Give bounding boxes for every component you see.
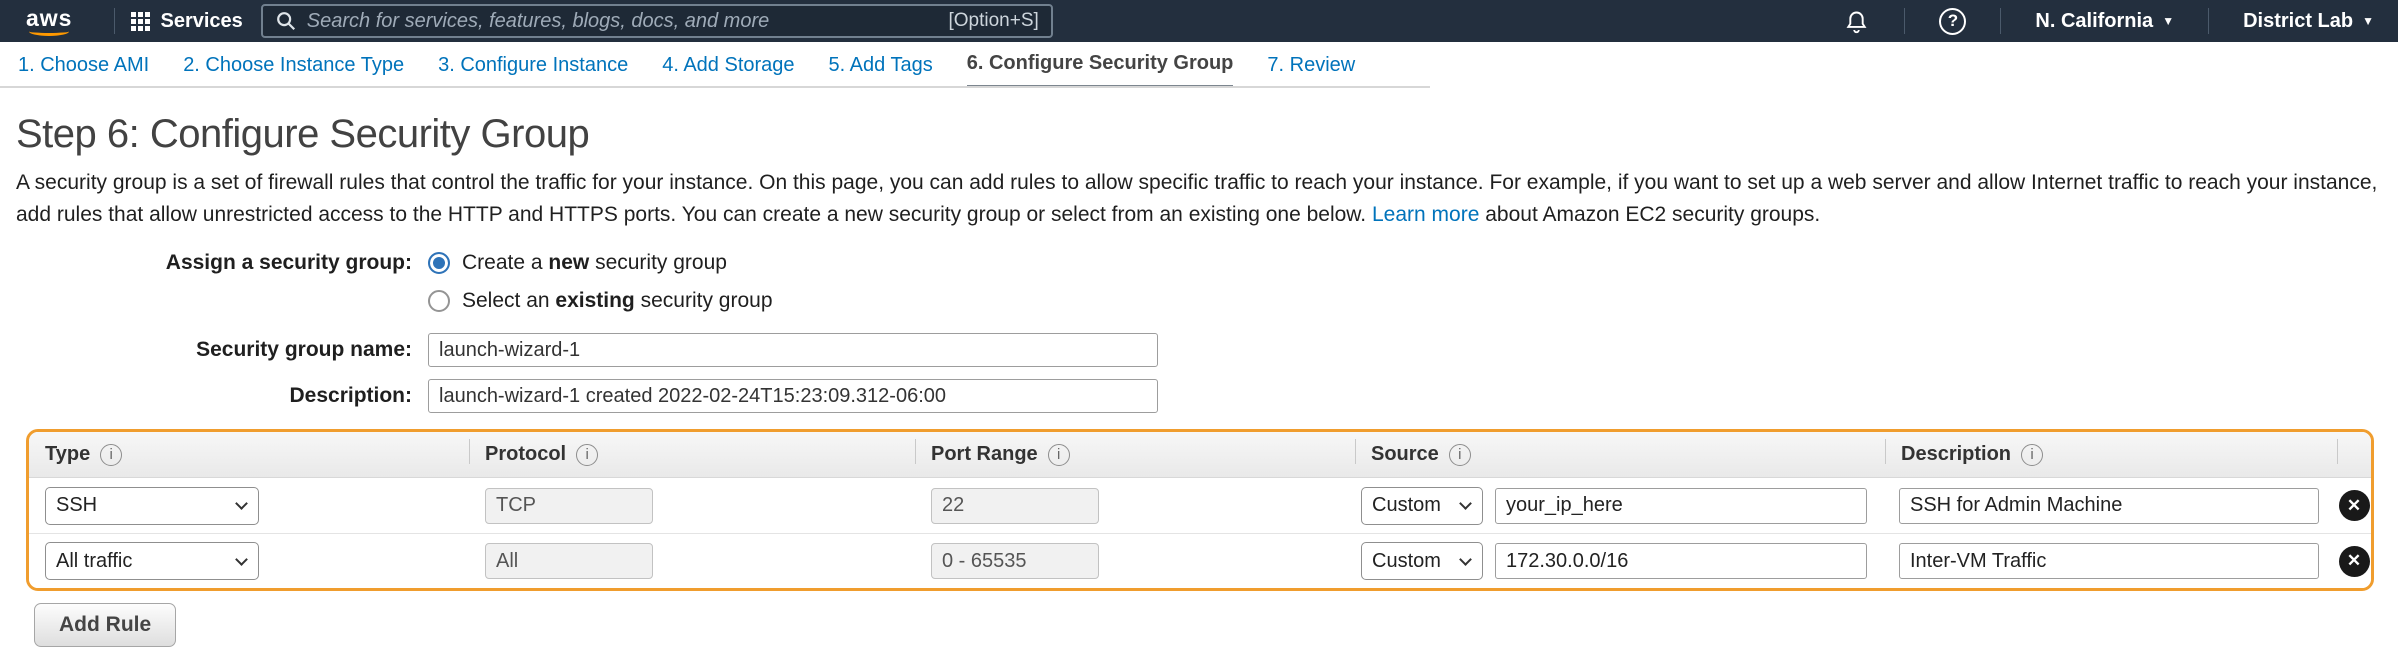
- page-title: Step 6: Configure Security Group: [16, 112, 2384, 157]
- services-label: Services: [160, 10, 242, 33]
- column-header-type: Type: [45, 443, 90, 466]
- rule-source-input[interactable]: [1495, 543, 1867, 579]
- radio-create-label: Create a new security group: [462, 251, 727, 275]
- wizard-steps: 1. Choose AMI 2. Choose Instance Type 3.…: [0, 42, 2398, 88]
- info-icon[interactable]: i: [100, 444, 122, 466]
- topbar-divider: [114, 8, 115, 34]
- rule-type-select[interactable]: All traffic: [45, 542, 259, 580]
- security-rule-row: SSH Custom ✕: [29, 478, 2371, 533]
- radio-unselected-icon[interactable]: [428, 290, 450, 312]
- chevron-down-icon: ▼: [2162, 14, 2174, 28]
- security-group-form: Assign a security group: Create a new se…: [16, 251, 2384, 413]
- column-header-protocol: Protocol: [485, 443, 566, 466]
- info-icon[interactable]: i: [1449, 444, 1471, 466]
- delete-rule-button[interactable]: ✕: [2339, 546, 2370, 577]
- chevron-down-icon: [235, 497, 248, 510]
- search-icon: [275, 10, 297, 32]
- account-menu[interactable]: District Lab ▼: [2243, 10, 2374, 33]
- info-icon[interactable]: i: [2021, 444, 2043, 466]
- grid-icon: [131, 12, 150, 31]
- aws-logo[interactable]: aws: [26, 7, 72, 36]
- tab-configure-instance[interactable]: 3. Configure Instance: [438, 42, 628, 88]
- search-box[interactable]: [Option+S]: [261, 4, 1053, 38]
- topbar-divider: [2000, 8, 2001, 34]
- services-menu-button[interactable]: Services: [131, 10, 242, 33]
- search-input[interactable]: [307, 10, 939, 33]
- rule-type-select[interactable]: SSH: [45, 487, 259, 525]
- chevron-down-icon: [235, 553, 248, 566]
- aws-smile-icon: [29, 27, 69, 36]
- rule-protocol-field: [485, 488, 653, 524]
- rule-port-range-field: [931, 488, 1099, 524]
- rule-description-input[interactable]: [1899, 543, 2319, 579]
- rule-protocol-field: [485, 543, 653, 579]
- chevron-down-icon: [1459, 553, 1472, 566]
- tab-choose-ami[interactable]: 1. Choose AMI: [18, 42, 149, 88]
- region-label: N. California: [2035, 10, 2153, 33]
- topbar: aws Services [Option+S] ? N. California …: [0, 0, 2398, 42]
- add-rule-button[interactable]: Add Rule: [34, 603, 176, 647]
- tab-review[interactable]: 7. Review: [1267, 42, 1355, 88]
- learn-more-link[interactable]: Learn more: [1372, 203, 1479, 226]
- info-icon[interactable]: i: [1048, 444, 1070, 466]
- delete-rule-button[interactable]: ✕: [2339, 490, 2370, 521]
- tab-add-tags[interactable]: 5. Add Tags: [829, 42, 933, 88]
- page-description: A security group is a set of firewall ru…: [16, 167, 2384, 231]
- rule-source-mode-select[interactable]: Custom: [1361, 542, 1483, 580]
- chevron-down-icon: ▼: [2362, 14, 2374, 28]
- aws-logo-text: aws: [26, 7, 72, 29]
- description-label: Description:: [16, 384, 428, 408]
- column-header-source: Source: [1371, 443, 1439, 466]
- main-content: Step 6: Configure Security Group A secur…: [0, 88, 2398, 647]
- radio-selected-icon[interactable]: [428, 252, 450, 274]
- rule-source-input[interactable]: [1495, 488, 1867, 524]
- tab-configure-security-group[interactable]: 6. Configure Security Group: [967, 42, 1234, 88]
- chevron-down-icon: [1459, 497, 1472, 510]
- help-icon[interactable]: ?: [1939, 8, 1966, 35]
- tab-choose-instance-type[interactable]: 2. Choose Instance Type: [183, 42, 404, 88]
- assign-security-group-label: Assign a security group:: [16, 251, 428, 275]
- security-group-name-label: Security group name:: [16, 338, 428, 362]
- rule-description-input[interactable]: [1899, 488, 2319, 524]
- account-label: District Lab: [2243, 10, 2353, 33]
- rules-table-header: Typei Protocoli Port Rangei Sourcei Desc…: [29, 432, 2371, 478]
- topbar-divider: [2208, 8, 2209, 34]
- intro-suffix: about Amazon EC2 security groups.: [1485, 203, 1820, 226]
- security-rule-row: All traffic Custom ✕: [29, 533, 2371, 588]
- security-group-description-input[interactable]: [428, 379, 1158, 413]
- notifications-bell-icon[interactable]: [1843, 8, 1870, 35]
- region-selector[interactable]: N. California ▼: [2035, 10, 2174, 33]
- column-header-port-range: Port Range: [931, 443, 1038, 466]
- radio-existing-label: Select an existing security group: [462, 289, 773, 313]
- topbar-right: ? N. California ▼ District Lab ▼: [1843, 8, 2374, 35]
- tabs-underline: [0, 86, 1430, 88]
- search-shortcut-hint: [Option+S]: [948, 10, 1038, 32]
- info-icon[interactable]: i: [576, 444, 598, 466]
- topbar-divider: [1904, 8, 1905, 34]
- rule-source-mode-select[interactable]: Custom: [1361, 487, 1483, 525]
- intro-text: A security group is a set of firewall ru…: [16, 171, 2377, 226]
- rule-port-range-field: [931, 543, 1099, 579]
- security-rules-table: Typei Protocoli Port Rangei Sourcei Desc…: [26, 429, 2374, 591]
- column-header-description: Description: [1901, 443, 2011, 466]
- security-group-name-input[interactable]: [428, 333, 1158, 367]
- radio-create-new-security-group[interactable]: Create a new security group: [428, 251, 727, 275]
- radio-select-existing-security-group[interactable]: Select an existing security group: [428, 289, 773, 313]
- column-header-actions: [2337, 432, 2371, 477]
- tab-add-storage[interactable]: 4. Add Storage: [662, 42, 794, 88]
